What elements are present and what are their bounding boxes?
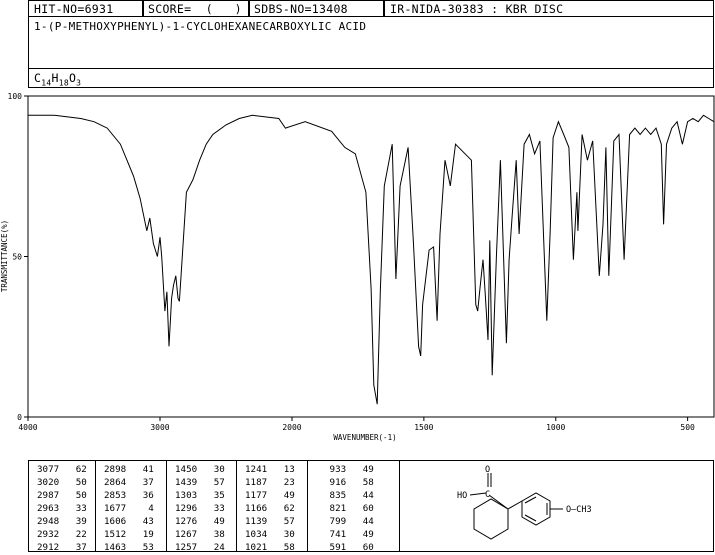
divider: [248, 0, 250, 17]
carbon-label: C: [485, 490, 490, 500]
peak-row: 1034 30: [245, 529, 295, 540]
header-row-box: [28, 0, 714, 17]
peak-row: 1177 49: [245, 490, 295, 501]
peak-column: 3077 62 3020 50 2987 50 2963 33 2948 39 2932 …: [29, 461, 95, 553]
x-axis-ticks: 4000 3000 2000 1500 1000 500: [18, 417, 695, 432]
peak-column: 933 49 916 58 835 44 821 60 799 44 741 4…: [307, 461, 401, 553]
hit-number: HIT-NO=6931: [34, 2, 114, 16]
peak-row: 2963 33: [37, 503, 87, 514]
peak-row: 1276 49: [175, 516, 225, 527]
sdbs-number: SDBS-NO=13408: [254, 2, 348, 16]
ir-identifier: IR-NIDA-30383 : KBR DISC: [390, 2, 564, 16]
carbonyl-oxygen: O: [485, 465, 490, 475]
peak-row: 1139 57: [245, 516, 295, 527]
x-tick-label: 4000: [18, 423, 37, 432]
x-tick-label: 3000: [150, 423, 169, 432]
peak-row: 2853 36: [104, 490, 154, 501]
peak-row: 1439 57: [175, 477, 225, 488]
peak-row: 1450 30: [175, 464, 225, 475]
score: SCORE= ( ): [148, 2, 242, 16]
plot-frame: [27, 95, 715, 418]
peak-column: 2898 41 2864 37 2853 36 1677 4 1606 43 1512 1…: [95, 461, 167, 553]
peak-row: 1677 4: [104, 503, 154, 514]
x-tick-label: 1000: [546, 423, 565, 432]
peak-row: 916 58: [324, 477, 374, 488]
peak-row: 835 44: [324, 490, 374, 501]
divider: [142, 0, 144, 17]
peak-column: 1450 30 1439 57 1303 35 1296 33 1276 49 1267 …: [166, 461, 237, 553]
peak-row: 591 60: [324, 542, 374, 553]
methoxy-label: O—CH3: [566, 505, 592, 515]
peak-row: 799 44: [324, 516, 374, 527]
y-axis-label: TRANSMITTANCE(%): [0, 220, 9, 292]
structure-panel: O C HO O—CH3: [400, 460, 714, 552]
y-tick-label: 100: [8, 92, 23, 101]
peak-row: 2948 39: [37, 516, 87, 527]
spectrum-header: HIT-NO=6931 SCORE= ( ) SDBS-NO=13408 IR-…: [28, 0, 714, 88]
y-tick-label: 0: [17, 413, 22, 422]
y-axis-ticks: 0 50 100: [8, 92, 28, 422]
ir-spectrum-chart: 4000 3000 2000 1500 1000 500 0 50 100 WAVENUMBE…: [0, 92, 715, 442]
peak-row: 1166 62: [245, 503, 295, 514]
peak-row: 2987 50: [37, 490, 87, 501]
divider: [383, 0, 385, 17]
molecular-formula: C14H18O3: [34, 71, 82, 88]
molecule-structure: O C HO O—CH3: [457, 465, 592, 540]
peak-row: 1187 23: [245, 477, 295, 488]
formula-box: [28, 68, 714, 88]
peak-table: 3077 62 3020 50 2987 50 2963 33 2948 39 2932 …: [28, 460, 401, 553]
peak-row: 3077 62: [37, 464, 87, 475]
peak-row: 2932 22: [37, 529, 87, 540]
peak-row: 741 49: [324, 529, 374, 540]
peak-row: 1241 13: [245, 464, 295, 475]
peak-row: 2898 41: [104, 464, 154, 475]
x-axis-label: WAVENUMBER(-1): [333, 433, 396, 442]
peak-row: 821 60: [324, 503, 374, 514]
x-tick-label: 1500: [414, 423, 433, 432]
peak-row: 1296 33: [175, 503, 225, 514]
peak-row: 933 49: [324, 464, 374, 475]
y-tick-label: 50: [12, 253, 22, 262]
peak-row: 3020 50: [37, 477, 87, 488]
peak-row: 1512 19: [104, 529, 154, 540]
peak-row: 2912 37: [37, 542, 87, 553]
peak-row: 1267 38: [175, 529, 225, 540]
peak-row: 1021 58: [245, 542, 295, 553]
peak-row: 1463 53: [104, 542, 154, 553]
hydroxyl-label: HO: [457, 491, 467, 501]
peak-row: 1303 35: [175, 490, 225, 501]
peak-column: 1241 13 1187 23 1177 49 1166 62 1139 57 1034 …: [236, 461, 308, 553]
peak-row: 1606 43: [104, 516, 154, 527]
compound-name: 1-(P-METHOXYPHENYL)-1-CYCLOHEXANECARBOXY…: [34, 20, 367, 33]
spectrum-trace: [28, 114, 715, 405]
peak-row: 1257 24: [175, 542, 225, 553]
x-tick-label: 2000: [282, 423, 301, 432]
peak-row: 2864 37: [104, 477, 154, 488]
x-tick-label: 500: [680, 423, 695, 432]
